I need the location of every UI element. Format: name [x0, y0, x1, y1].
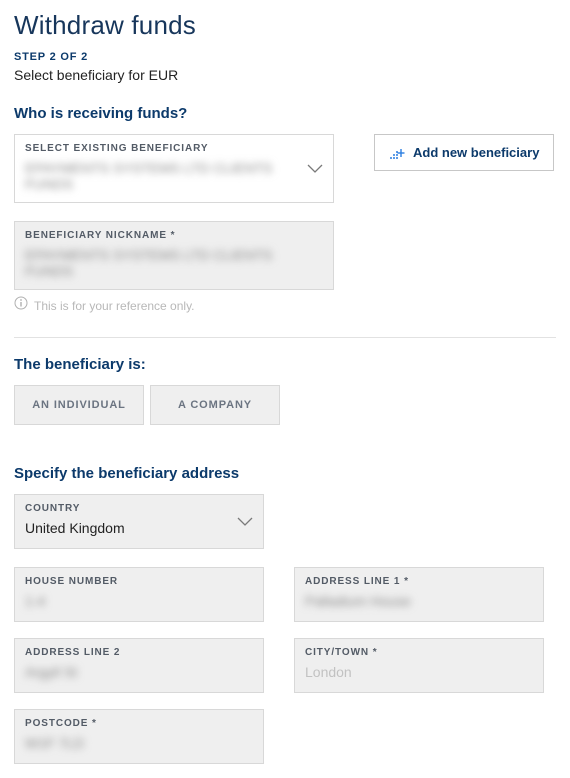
address-line1-value: Palladium House [305, 593, 533, 611]
chevron-down-icon [237, 517, 253, 527]
country-value: United Kingdom [25, 520, 253, 538]
beneficiary-nickname-label: BENEFICIARY NICKNAME * [25, 230, 323, 241]
chevron-down-icon [307, 164, 323, 174]
add-new-beneficiary-label: Add new beneficiary [413, 145, 539, 160]
beneficiary-nickname-value: EPAYMENTS SYSTEMS LTD CLIENTS FUNDS [25, 247, 323, 279]
select-beneficiary-label: SELECT EXISTING BENEFICIARY [25, 143, 323, 154]
page-subtitle: Select beneficiary for EUR [14, 67, 556, 83]
info-icon [14, 296, 28, 315]
address-line1-field[interactable]: ADDRESS LINE 1 * Palladium House [294, 567, 544, 622]
page-title: Withdraw funds [14, 10, 556, 41]
toggle-individual[interactable]: AN INDIVIDUAL [14, 385, 144, 425]
beneficiary-nickname-field[interactable]: BENEFICIARY NICKNAME * EPAYMENTS SYSTEMS… [14, 221, 334, 290]
section-heading-receiving: Who is receiving funds? [14, 105, 556, 122]
toggle-company[interactable]: A COMPANY [150, 385, 280, 425]
postcode-label: POSTCODE * [25, 718, 253, 729]
step-indicator: STEP 2 OF 2 [14, 51, 556, 63]
nickname-helper-text: This is for your reference only. [34, 299, 195, 313]
address-line2-label: ADDRESS LINE 2 [25, 647, 253, 658]
house-number-value: 1-4 [25, 593, 253, 611]
house-number-label: HOUSE NUMBER [25, 576, 253, 587]
address-line2-value: Argyll St [25, 664, 253, 682]
city-field[interactable]: CITY/TOWN * London [294, 638, 544, 693]
house-number-field[interactable]: HOUSE NUMBER 1-4 [14, 567, 264, 622]
postcode-value: W1F 7LD [25, 735, 253, 753]
section-heading-address: Specify the beneficiary address [14, 465, 556, 482]
city-label: CITY/TOWN * [305, 647, 533, 658]
postcode-field[interactable]: POSTCODE * W1F 7LD [14, 709, 264, 764]
address-line1-label: ADDRESS LINE 1 * [305, 576, 533, 587]
section-heading-beneficiary-type: The beneficiary is: [14, 356, 556, 373]
divider [14, 337, 556, 338]
city-value: London [305, 664, 533, 682]
country-label: COUNTRY [25, 503, 253, 514]
country-dropdown[interactable]: COUNTRY United Kingdom [14, 494, 264, 549]
add-icon [389, 146, 405, 160]
address-line2-field[interactable]: ADDRESS LINE 2 Argyll St [14, 638, 264, 693]
select-beneficiary-value: EPAYMENTS SYSTEMS LTD CLIENTS FUNDS [25, 160, 323, 192]
add-new-beneficiary-button[interactable]: Add new beneficiary [374, 134, 554, 171]
select-beneficiary-dropdown[interactable]: SELECT EXISTING BENEFICIARY EPAYMENTS SY… [14, 134, 334, 203]
